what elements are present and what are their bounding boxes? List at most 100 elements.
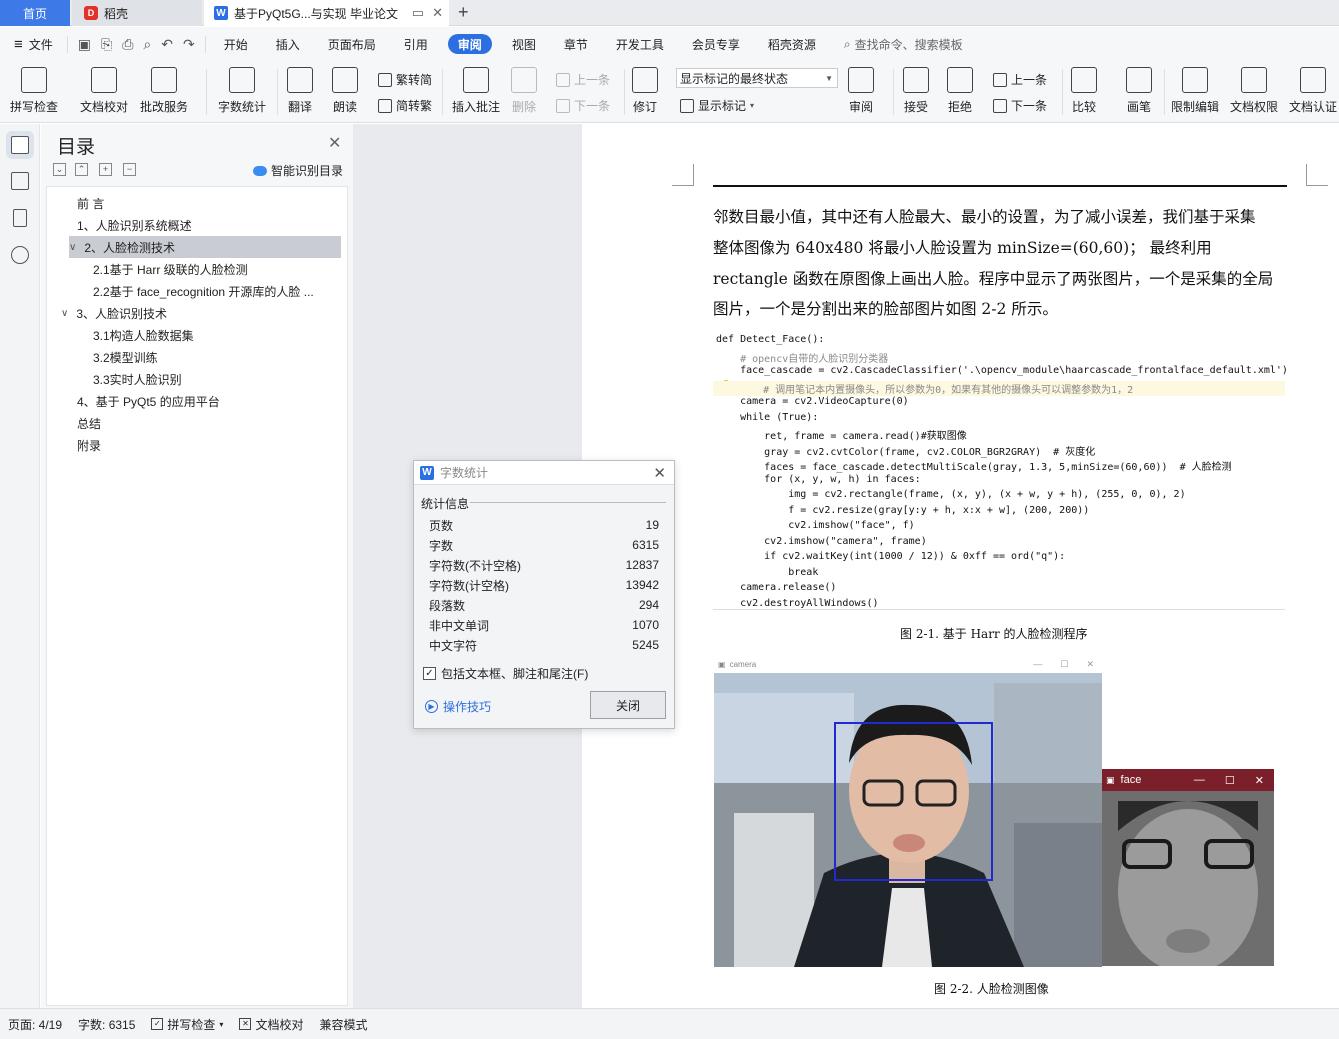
correction-service-button[interactable]: 批改服务 xyxy=(140,67,188,115)
code-line: # 调用笔记本内置摄像头，所以参数为0，如果有其他的摄像头可以调整参数为1，2 xyxy=(713,380,1285,396)
toc-item[interactable]: ∨ 3、人脸识别技术 xyxy=(47,302,347,324)
camera-window: ▣ camera — ☐ ✕ xyxy=(714,655,1102,967)
add-heading-icon[interactable]: + xyxy=(99,163,112,176)
chevron-down-icon[interactable]: ∨ xyxy=(61,308,73,319)
next-comment-button[interactable]: 下一条 xyxy=(556,97,610,114)
page-indicator[interactable]: 页面: 4/19 xyxy=(0,1016,70,1033)
menu-item[interactable]: 开始 xyxy=(210,34,262,54)
include-textbox-checkbox[interactable]: ✓ 包括文本框、脚注和尾注(F) xyxy=(423,665,588,682)
document-page[interactable]: 邻数目最小值，其中还有人脸最大、最小的设置，为了减小误差，我们基于采集 整体图像… xyxy=(582,124,1339,1008)
code-screenshot: def Detect_Face(): # opencv自带的人脸识别分类器 fa… xyxy=(713,331,1288,610)
search-icon[interactable] xyxy=(11,246,29,264)
menu-item[interactable]: 引用 xyxy=(390,34,442,54)
chevron-down-icon[interactable]: ∨ xyxy=(69,242,81,253)
menu-item[interactable]: 章节 xyxy=(550,34,602,54)
show-marks-button[interactable]: 显示标记 ▾ xyxy=(680,97,754,114)
menu-item[interactable]: 页面布局 xyxy=(314,34,390,54)
doc-certify-button[interactable]: 文档认证 xyxy=(1289,67,1337,115)
read-aloud-label: 朗读 xyxy=(332,100,357,114)
menu-item[interactable]: 会员专享 xyxy=(678,34,754,54)
tab-daoke[interactable]: D 稻壳 xyxy=(72,0,202,26)
prev-revision-button[interactable]: 上一条 xyxy=(993,71,1047,88)
trad-to-simp-button[interactable]: 繁转简 xyxy=(378,71,432,88)
toc-item[interactable]: 2.2基于 face_recognition 开源库的人脸 ... xyxy=(47,280,347,302)
menu-item[interactable]: 插入 xyxy=(262,34,314,54)
spellcheck-icon xyxy=(21,67,47,93)
code-line: face_cascade = cv2.CascadeClassifier('.\… xyxy=(716,365,1288,376)
insert-comment-label: 插入批注 xyxy=(452,100,501,114)
spellcheck-button[interactable]: 拼写检查 xyxy=(10,67,58,115)
expand-up-icon[interactable]: ⌃ xyxy=(75,163,88,176)
tips-link[interactable]: ▶ 操作技巧 xyxy=(425,698,491,715)
close-tab-icon[interactable]: ✕ xyxy=(432,5,443,21)
menu-item[interactable]: 稻壳资源 xyxy=(754,34,830,54)
tab-home[interactable]: 首页 xyxy=(0,0,70,26)
prev-comment-button[interactable]: 上一条 xyxy=(556,71,610,88)
new-tab-button[interactable]: + xyxy=(458,2,469,23)
toc-item[interactable]: 2.1基于 Harr 级联的人脸检测 xyxy=(47,258,347,280)
restrict-edit-button[interactable]: 限制编辑 xyxy=(1171,67,1219,115)
delete-comment-button[interactable]: 删除 xyxy=(511,67,537,115)
insert-comment-button[interactable]: 插入批注 xyxy=(452,67,500,115)
undo-icon[interactable]: ↶ xyxy=(161,36,173,53)
doc-check-button[interactable]: 文档校对 xyxy=(80,67,128,115)
toc-item[interactable]: 附录 xyxy=(47,434,347,456)
close-button[interactable]: 关闭 xyxy=(590,691,666,719)
print-icon[interactable]: ⎙ xyxy=(122,36,133,53)
review-button[interactable]: 审阅 xyxy=(848,67,874,115)
accept-button[interactable]: 接受 xyxy=(903,67,929,115)
chevron-down-icon: ▼ xyxy=(825,73,833,83)
revise-button[interactable]: 修订 xyxy=(632,67,658,115)
markup-display-select[interactable]: 显示标记的最终状态 ▼ xyxy=(676,68,838,88)
command-search[interactable]: ⌕ 查找命令、搜索模板 xyxy=(844,36,963,53)
close-icon[interactable]: ✕ xyxy=(328,133,341,153)
toc-item[interactable]: 3.3实时人脸识别 xyxy=(47,368,347,390)
toc-item[interactable]: 前 言 xyxy=(47,192,347,214)
next-revision-button[interactable]: 下一条 xyxy=(993,97,1047,114)
file-menu[interactable]: ≡ 文件 xyxy=(0,36,67,53)
toc-item[interactable]: 总结 xyxy=(47,412,347,434)
toc-item[interactable]: ∨ 2、人脸检测技术 xyxy=(69,236,341,258)
simp-to-trad-button[interactable]: 简转繁 xyxy=(378,97,432,114)
toc-item[interactable]: 4、基于 PyQt5 的应用平台 xyxy=(47,390,347,412)
reject-button[interactable]: 拒绝 xyxy=(947,67,973,115)
screen-icon[interactable]: ▭ xyxy=(412,5,424,21)
menu-item[interactable]: 审阅 xyxy=(447,34,492,54)
word-count-indicator[interactable]: 字数: 6315 xyxy=(70,1016,143,1033)
toc-item[interactable]: 3.2模型训练 xyxy=(47,346,347,368)
close-icon[interactable]: ✕ xyxy=(653,464,666,482)
translate-button[interactable]: 翻译 xyxy=(287,67,313,115)
pen-button[interactable]: 画笔 xyxy=(1126,67,1152,115)
toc-nav-icon[interactable] xyxy=(11,136,29,154)
include-textbox-label: 包括文本框、脚注和尾注(F) xyxy=(441,667,589,681)
tab-document[interactable]: W 基于PyQt5G...与实现 毕业论文 ▭ ✕ xyxy=(204,0,449,26)
read-aloud-button[interactable]: 朗读 xyxy=(332,67,358,115)
compare-button[interactable]: 比较 xyxy=(1071,67,1097,115)
preview-icon[interactable]: ⌕ xyxy=(143,36,151,53)
spellcheck-status[interactable]: ✓ 拼写检查 ▾ xyxy=(143,1016,231,1033)
doc-permission-button[interactable]: 文档权限 xyxy=(1230,67,1278,115)
tab-daoke-label: 稻壳 xyxy=(104,6,129,21)
stats-row: 段落数 294 xyxy=(429,595,659,615)
toc-item[interactable]: 3.1构造人脸数据集 xyxy=(47,324,347,346)
toc-item[interactable]: 1、人脸识别系统概述 xyxy=(47,214,347,236)
remove-heading-icon[interactable]: − xyxy=(123,163,136,176)
code-line: gray = cv2.cvtColor(frame, cv2.COLOR_BGR… xyxy=(716,446,1096,458)
prev-comment-label: 上一条 xyxy=(574,73,611,87)
smart-toc-button[interactable]: 智能识别目录 xyxy=(253,162,343,179)
redo-icon[interactable]: ↷ xyxy=(183,36,195,53)
menu-item[interactable]: 开发工具 xyxy=(602,34,678,54)
comment-icon xyxy=(463,67,489,93)
word-count-button[interactable]: 字数统计 xyxy=(218,67,266,115)
toc-item-label: 2.2基于 face_recognition 开源库的人脸 ... xyxy=(93,284,314,299)
save-icon[interactable]: ▣ xyxy=(78,36,91,53)
body-text-line: 整体图像为 640x480 将最小人脸设置为 minSize=(60,60)； … xyxy=(713,239,1212,257)
menu-item[interactable]: 视图 xyxy=(498,34,550,54)
export-icon[interactable]: ⎘ xyxy=(101,36,112,53)
doccheck-status[interactable]: ✕ 文档校对 xyxy=(231,1016,311,1033)
chapter-nav-icon[interactable] xyxy=(11,172,29,190)
collapse-all-icon[interactable]: ⌄ xyxy=(53,163,66,176)
ai-icon xyxy=(253,165,267,176)
figure-caption: 图 2-1. 基于 Harr 的人脸检测程序 xyxy=(900,627,1088,641)
bookmark-icon[interactable] xyxy=(13,209,27,227)
